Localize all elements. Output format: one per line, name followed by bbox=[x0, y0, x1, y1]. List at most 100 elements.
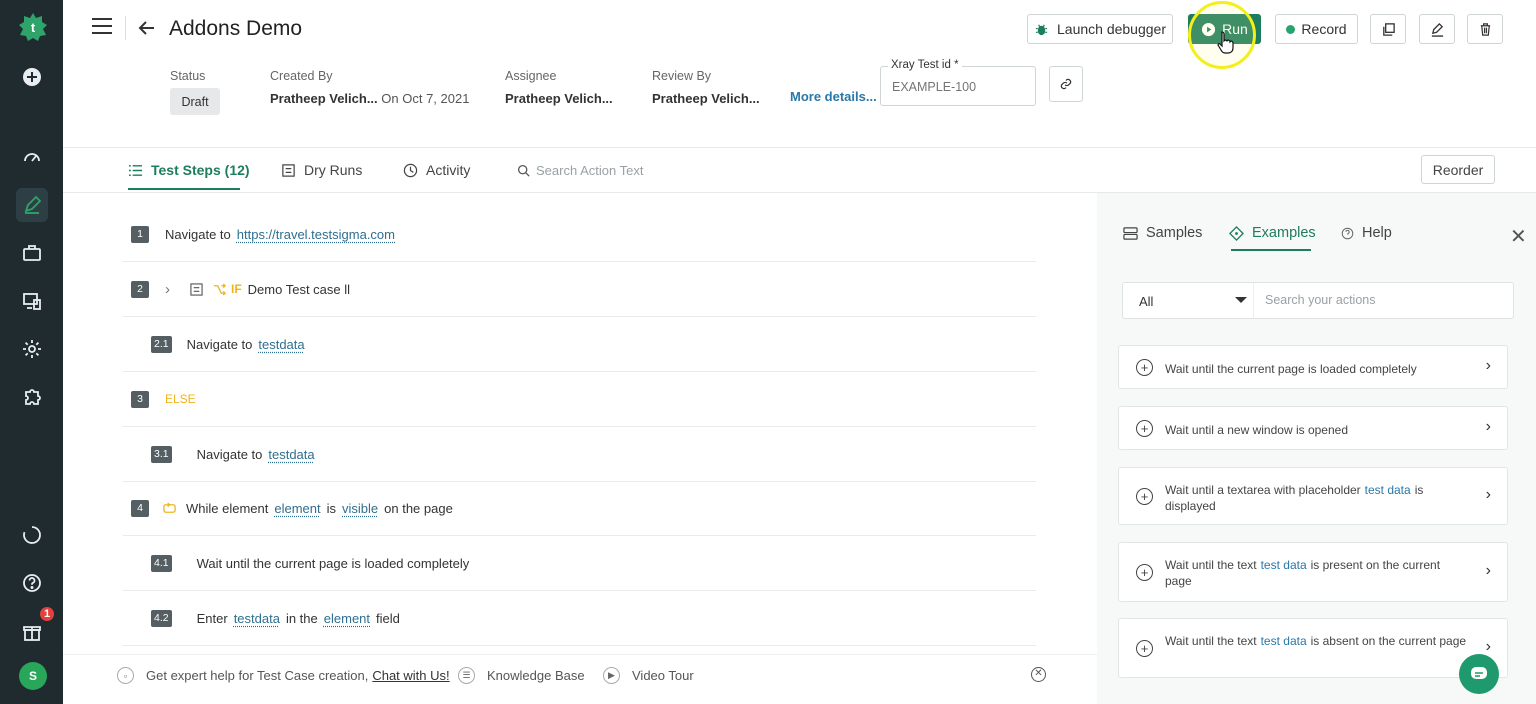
test-data-placeholder: test data bbox=[1260, 634, 1307, 648]
help-circle-icon bbox=[1341, 227, 1354, 239]
chevron-right-icon[interactable]: › bbox=[1486, 638, 1491, 656]
assignee-label: Assignee bbox=[505, 69, 557, 83]
condition-link[interactable]: visible bbox=[342, 501, 378, 516]
tab-activity[interactable]: Activity bbox=[403, 162, 470, 178]
element-link[interactable]: element bbox=[324, 611, 370, 626]
action-card[interactable]: + Wait until a new window is opened › bbox=[1118, 406, 1508, 450]
search-icon bbox=[517, 164, 530, 177]
step-row-4[interactable]: 4 While element element is visible on th… bbox=[123, 481, 1036, 536]
chat-support-button[interactable] bbox=[1459, 654, 1499, 694]
tab-test-steps[interactable]: Test Steps (12) bbox=[128, 162, 250, 178]
chevron-right-icon[interactable]: › bbox=[165, 281, 170, 298]
tab-test-steps-label: Test Steps (12) bbox=[151, 162, 250, 178]
xray-test-id-input[interactable] bbox=[892, 80, 1022, 94]
addons-puzzle-icon[interactable] bbox=[20, 385, 44, 409]
category-select[interactable]: All bbox=[1139, 294, 1153, 309]
settings-icon[interactable] bbox=[20, 337, 44, 361]
gift-icon[interactable] bbox=[20, 620, 44, 644]
hand-cursor-icon bbox=[1217, 31, 1234, 54]
test-data-link[interactable]: testdata bbox=[258, 337, 304, 352]
active-tab-underline bbox=[128, 188, 240, 190]
add-circle-icon[interactable]: + bbox=[1136, 359, 1153, 376]
step-row-1[interactable]: 1 Navigate to https://travel.testsigma.c… bbox=[123, 207, 1036, 262]
step-number: 3 bbox=[131, 390, 149, 408]
step-row-3-1[interactable]: 3.1 Navigate to testdata bbox=[123, 427, 1036, 482]
back-arrow-icon[interactable] bbox=[137, 18, 157, 38]
edit-button[interactable] bbox=[1419, 14, 1455, 44]
record-button[interactable]: Record bbox=[1275, 14, 1358, 44]
tab-samples[interactable]: Samples bbox=[1123, 225, 1202, 241]
test-data-placeholder: test data bbox=[1260, 558, 1307, 572]
step-number: 4 bbox=[131, 499, 149, 517]
step-row-2-1[interactable]: 2.1 Navigate to testdata bbox=[123, 317, 1036, 372]
chevron-right-icon[interactable]: › bbox=[1486, 486, 1491, 504]
action-card[interactable]: + Wait until the text test data is present… bbox=[1118, 542, 1508, 602]
step-group-icon bbox=[190, 282, 203, 296]
add-circle-icon[interactable]: + bbox=[1136, 488, 1153, 505]
tab-dry-runs[interactable]: Dry Runs bbox=[281, 162, 362, 178]
element-link[interactable]: element bbox=[274, 501, 320, 516]
clone-button[interactable] bbox=[1370, 14, 1406, 44]
more-details-link[interactable]: More details... bbox=[790, 89, 877, 104]
card-text-post: is absent on the current page bbox=[1310, 634, 1467, 648]
knowledge-base-link[interactable]: ☰ Knowledge Base bbox=[458, 667, 585, 684]
video-tour-link[interactable]: ▶ Video Tour bbox=[603, 667, 694, 684]
hamburger-menu-icon[interactable] bbox=[92, 18, 112, 36]
action-card[interactable]: + Wait until the current page is loaded … bbox=[1118, 345, 1508, 389]
briefcase-icon[interactable] bbox=[20, 241, 44, 265]
devices-icon[interactable] bbox=[20, 289, 44, 313]
step-text: Navigate to bbox=[196, 446, 263, 462]
expert-help-item: ▫ Get expert help for Test Case creation… bbox=[117, 667, 450, 684]
step-number: 4.2 bbox=[151, 609, 172, 627]
step-text: While element bbox=[186, 500, 269, 516]
left-nav-rail: t 1 S bbox=[0, 0, 63, 704]
action-card[interactable]: + Wait until a textarea with placeholder… bbox=[1118, 467, 1508, 525]
search-action-text[interactable]: Search Action Text bbox=[517, 163, 643, 178]
add-icon[interactable] bbox=[20, 65, 44, 89]
step-text: Enter bbox=[196, 610, 228, 626]
test-data-link[interactable]: testdata bbox=[234, 611, 280, 626]
add-circle-icon[interactable]: + bbox=[1136, 564, 1153, 581]
step-url-link[interactable]: https://travel.testsigma.com bbox=[237, 227, 395, 242]
step-number: 1 bbox=[131, 225, 149, 243]
tab-help-label: Help bbox=[1362, 225, 1392, 241]
close-footer-icon[interactable]: ✕ bbox=[1031, 667, 1046, 682]
chat-icon bbox=[1471, 667, 1487, 679]
step-text: Navigate to bbox=[165, 226, 231, 242]
test-data-link[interactable]: testdata bbox=[268, 447, 314, 462]
if-keyword: IF bbox=[231, 282, 242, 296]
chevron-right-icon[interactable]: › bbox=[1486, 562, 1491, 580]
step-row-3[interactable]: 3 ELSE bbox=[123, 372, 1036, 427]
chevron-right-icon[interactable]: › bbox=[1486, 418, 1491, 436]
loading-circle-icon[interactable] bbox=[20, 523, 44, 547]
tab-help[interactable]: Help bbox=[1341, 225, 1392, 241]
link-button[interactable] bbox=[1049, 66, 1083, 102]
step-row-4-1[interactable]: 4.1 Wait until the current page is loade… bbox=[123, 536, 1036, 591]
tab-examples[interactable]: Examples bbox=[1229, 225, 1316, 241]
action-card[interactable]: + Wait until the text test data is absent … bbox=[1118, 618, 1508, 678]
dashboard-icon[interactable] bbox=[20, 145, 44, 169]
chat-with-us-link[interactable]: Chat with Us! bbox=[372, 668, 449, 683]
step-row-4-2[interactable]: 4.2 Enter testdata in the element field bbox=[123, 591, 1036, 646]
list-icon bbox=[128, 164, 143, 176]
tab-examples-label: Examples bbox=[1252, 225, 1316, 241]
link-icon bbox=[1060, 78, 1072, 90]
dropdown-caret-icon[interactable] bbox=[1235, 297, 1247, 303]
add-circle-icon[interactable]: + bbox=[1136, 640, 1153, 657]
help-icon[interactable] bbox=[20, 571, 44, 595]
status-badge: Draft bbox=[170, 88, 220, 115]
user-avatar[interactable]: S bbox=[19, 662, 47, 690]
add-circle-icon[interactable]: + bbox=[1136, 420, 1153, 437]
chevron-right-icon[interactable]: › bbox=[1486, 357, 1491, 375]
testsigma-logo[interactable]: t bbox=[18, 12, 48, 42]
step-row-2[interactable]: 2 › IF Demo Test case ll bbox=[123, 262, 1036, 317]
close-panel-icon[interactable]: ✕ bbox=[1510, 224, 1527, 249]
reorder-button[interactable]: Reorder bbox=[1421, 155, 1495, 184]
delete-button[interactable] bbox=[1467, 14, 1503, 44]
search-actions-input[interactable] bbox=[1265, 293, 1495, 307]
launch-debugger-button[interactable]: Launch debugger bbox=[1027, 14, 1173, 44]
clock-icon bbox=[403, 163, 418, 177]
edit-testcase-icon[interactable] bbox=[20, 193, 44, 217]
trash-icon bbox=[1480, 22, 1490, 36]
step-number: 4.1 bbox=[151, 554, 172, 572]
